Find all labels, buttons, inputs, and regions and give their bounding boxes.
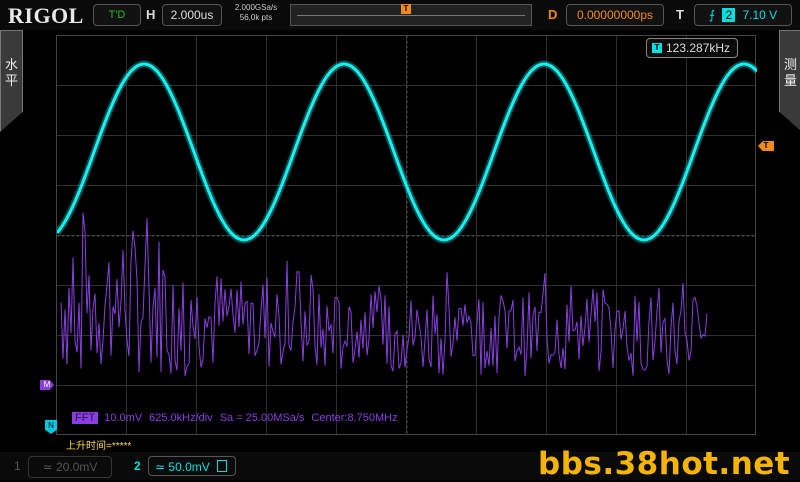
memory-position-strip[interactable] bbox=[290, 4, 532, 26]
ch1-coupling-icon: ≃ bbox=[42, 460, 53, 474]
ch2-scale: 50.0mV bbox=[168, 460, 210, 474]
frequency-measurement[interactable]: T 123.287kHz bbox=[646, 38, 738, 58]
trigger-source: 2 bbox=[722, 8, 736, 22]
fft-scale: 10.0mV bbox=[104, 412, 143, 424]
ch1-number[interactable]: 1 bbox=[14, 456, 21, 476]
waveform-grid[interactable] bbox=[56, 35, 757, 436]
trigger-label: T bbox=[676, 7, 684, 22]
waveform-canvas bbox=[57, 36, 757, 436]
ch1-settings[interactable]: ≃ 20.0mV bbox=[28, 456, 112, 478]
rise-time-readout: 上升时间=***** bbox=[66, 441, 132, 452]
frequency-value: 123.287kHz bbox=[666, 41, 731, 55]
delay-label: D bbox=[548, 7, 558, 22]
memory-depth: 56.0k pts bbox=[239, 13, 273, 22]
horizontal-label: H bbox=[146, 7, 156, 22]
trigger-level-marker[interactable]: T bbox=[758, 141, 774, 151]
trigger-settings[interactable]: ⨍ 2 7.10 V bbox=[694, 4, 792, 26]
fft-span: 625.0kHz/div bbox=[149, 412, 213, 424]
horizontal-menu-tab[interactable]: 水 平 bbox=[0, 30, 23, 132]
measurement-channel-tag: T bbox=[652, 43, 662, 53]
fft-trace bbox=[60, 212, 708, 377]
math-offset-marker[interactable]: M bbox=[40, 380, 54, 390]
ch2-coupling-icon: ≃ bbox=[155, 460, 166, 474]
fft-center: Center:8.750MHz bbox=[311, 412, 398, 424]
sample-rate: 2.000GSa/s bbox=[234, 3, 278, 12]
rigol-logo: RIGOL bbox=[8, 3, 84, 28]
trigger-position-marker[interactable]: T bbox=[401, 4, 411, 14]
measure-menu-tab[interactable]: 测 量 bbox=[779, 30, 800, 132]
watermark: bbs.38hot.net bbox=[538, 446, 791, 482]
trigger-level: 7.10 V bbox=[742, 8, 778, 22]
ch2-settings[interactable]: ≃ 50.0mV bbox=[148, 456, 236, 476]
run-state-indicator[interactable]: T'D bbox=[93, 4, 141, 26]
fft-sample-rate: Sa = 25.00MSa/s bbox=[219, 412, 305, 424]
fft-tag: FFT bbox=[72, 412, 99, 424]
rising-edge-icon: ⨍ bbox=[708, 8, 716, 22]
acquisition-info: 2.000GSa/s 56.0k pts bbox=[228, 3, 284, 23]
delay-value[interactable]: 0.00000000ps bbox=[566, 4, 664, 26]
bandwidth-limit-icon bbox=[217, 460, 228, 472]
ch2-number[interactable]: 2 bbox=[134, 456, 141, 476]
ch1-scale: 20.0mV bbox=[56, 460, 98, 474]
top-status-bar: RIGOL T'D H 2.000us 2.000GSa/s 56.0k pts… bbox=[0, 0, 800, 30]
timebase-value[interactable]: 2.000us bbox=[162, 4, 222, 26]
fft-info-bar: FFT 10.0mV 625.0kHz/div Sa = 25.00MSa/s Cent… bbox=[72, 412, 405, 424]
